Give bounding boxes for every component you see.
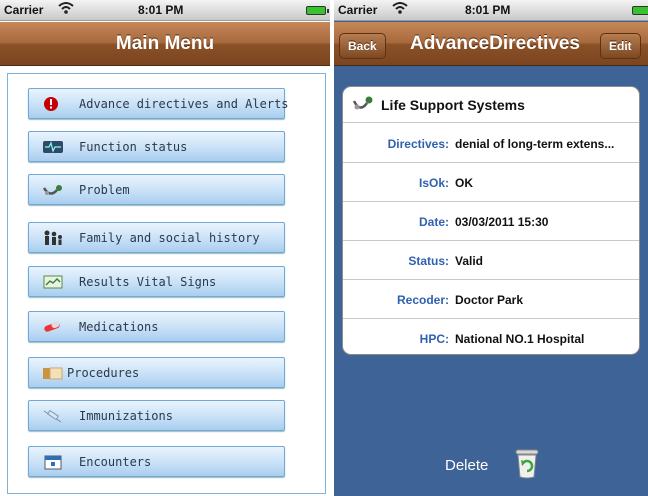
chart-icon [41, 274, 65, 290]
detail-row-isok: IsOk: OK [343, 163, 639, 202]
row-key: IsOk: [418, 176, 449, 190]
status-time: 8:01 PM [138, 3, 184, 17]
menu-item-family-history[interactable]: Family and social history [28, 222, 285, 253]
card-header: Life Support Systems [343, 87, 639, 123]
row-value: National NO.1 Hospital [455, 332, 585, 346]
carrier-label: Carrier [338, 3, 378, 17]
stethoscope-icon [41, 182, 65, 198]
monitor-icon [41, 139, 65, 155]
navigation-bar: Main Menu [0, 22, 330, 66]
alert-icon [41, 96, 65, 112]
calendar-icon [41, 454, 65, 470]
detail-row-hpc: HPC: National NO.1 Hospital [343, 319, 639, 354]
menu-item-advance-directives[interactable]: Advance directives and Alerts [28, 88, 289, 119]
detail-row-status: Status: Valid [343, 241, 639, 280]
carrier-label: Carrier [4, 3, 44, 17]
status-time: 8:01 PM [465, 3, 511, 17]
wifi-icon [58, 1, 74, 18]
detail-row-date: Date: 03/03/2011 15:30 [343, 202, 639, 241]
main-menu-screen: Carrier 8:01 PM Main Menu Advance direct… [0, 0, 330, 496]
menu-item-encounters[interactable]: Encounters [28, 446, 285, 477]
menu-item-immunizations[interactable]: Immunizations [28, 400, 285, 431]
card-title: Life Support Systems [381, 97, 525, 113]
status-bar: Carrier 8:01 PM [334, 0, 648, 21]
row-key: Directives: [387, 137, 449, 151]
menu-item-label: Function status [79, 140, 188, 154]
menu-item-label: Medications [79, 320, 159, 334]
folder-icon [41, 365, 65, 381]
detail-row-recoder: Recoder: Doctor Park [343, 280, 639, 319]
edit-button[interactable]: Edit [600, 33, 641, 59]
advance-directives-screen: Carrier 8:01 PM Back AdvanceDirectives E… [334, 0, 648, 496]
row-value: OK [455, 176, 473, 190]
row-value: 03/03/2011 15:30 [455, 215, 549, 229]
pills-icon [41, 319, 65, 335]
menu-item-label: Problem [79, 183, 130, 197]
menu-item-procedures[interactable]: Procedures [28, 357, 285, 388]
delete-button[interactable]: Delete [445, 457, 488, 474]
syringe-icon [41, 408, 65, 424]
menu-item-label: Advance directives and Alerts [79, 97, 289, 111]
row-value: Doctor Park [455, 293, 524, 307]
directive-detail-card: Life Support Systems Directives: denial … [342, 86, 640, 355]
family-icon [41, 230, 65, 246]
row-value: denial of long-term extens... [455, 137, 615, 151]
battery-icon [306, 6, 329, 15]
wifi-icon [392, 1, 408, 18]
battery-icon [632, 6, 648, 15]
row-value: Valid [455, 254, 484, 268]
menu-item-vital-signs[interactable]: Results Vital Signs [28, 266, 285, 297]
status-bar: Carrier 8:01 PM [0, 0, 330, 21]
navigation-bar: Back AdvanceDirectives Edit [334, 22, 648, 66]
menu-item-label: Procedures [67, 366, 140, 380]
menu-item-label: Immunizations [79, 409, 173, 423]
row-key: Date: [418, 215, 449, 229]
menu-item-problem[interactable]: Problem [28, 174, 285, 205]
trash-icon[interactable] [514, 447, 540, 479]
menu-item-function-status[interactable]: Function status [28, 131, 285, 162]
menu-item-label: Results Vital Signs [79, 275, 217, 289]
page-title: Main Menu [115, 33, 215, 54]
menu-item-medications[interactable]: Medications [28, 311, 285, 342]
detail-row-directives: Directives: denial of long-term extens..… [343, 124, 639, 163]
stethoscope-icon [351, 93, 375, 115]
menu-list: Advance directives and Alerts Function s… [7, 73, 326, 494]
row-key: Status: [408, 254, 449, 268]
row-key: HPC: [419, 332, 449, 346]
menu-item-label: Family and social history [79, 231, 260, 245]
menu-item-label: Encounters [79, 455, 152, 469]
row-key: Recoder: [396, 293, 449, 307]
